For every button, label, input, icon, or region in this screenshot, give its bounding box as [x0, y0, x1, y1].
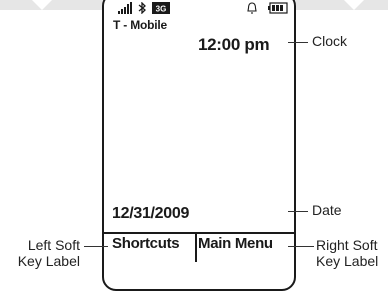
softkey-separator: [195, 232, 197, 262]
left-softkey-callout-line-2: Key Label: [17, 253, 80, 269]
date-display: 12/31/2009: [112, 205, 190, 222]
clock-callout-line: [288, 42, 308, 43]
status-bar: 3G: [118, 2, 288, 16]
carrier-name: T - Mobile: [113, 18, 167, 32]
left-softkey-label[interactable]: Shortcuts: [112, 235, 180, 252]
band-notch: [32, 0, 52, 10]
left-softkey-callout-line: [84, 246, 108, 247]
softkey-divider: [104, 232, 294, 234]
battery-icon: [268, 2, 288, 14]
right-softkey-label[interactable]: Main Menu: [198, 235, 273, 252]
data-network-icon: 3G: [152, 2, 170, 14]
right-softkey-callout-line-1: Right Soft: [316, 237, 378, 253]
network-badge-text: 3G: [156, 5, 167, 14]
clock-time: 12:00 pm: [198, 35, 270, 54]
band-notch: [344, 0, 364, 10]
left-softkey-callout: Left Soft Key Label: [6, 237, 80, 269]
right-softkey-callout-line-2: Key Label: [316, 253, 379, 269]
left-softkey-callout-line-1: Left Soft: [27, 237, 80, 253]
bluetooth-icon: [138, 2, 146, 14]
date-callout: Date: [312, 202, 342, 218]
right-softkey-callout-line: [288, 246, 314, 247]
date-callout-line: [288, 211, 308, 212]
right-softkey-callout: Right Soft Key Label: [316, 237, 388, 269]
alarm-bell-icon: [247, 2, 257, 14]
signal-strength-icon: [118, 2, 132, 14]
clock-callout: Clock: [312, 33, 348, 49]
